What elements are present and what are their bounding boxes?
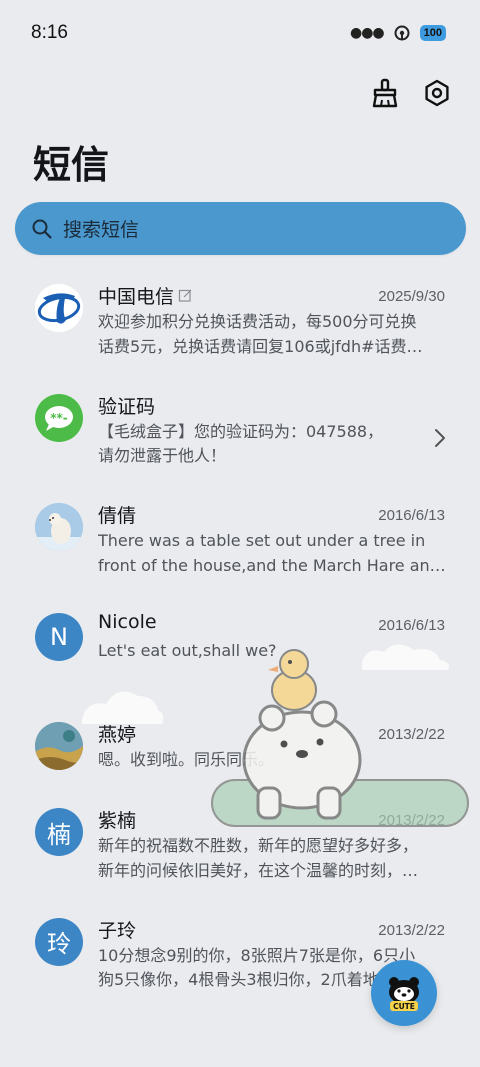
polar-bear-photo-icon (35, 503, 83, 551)
status-time: 8:16 (31, 22, 68, 43)
message-bubble-avatar: **- (35, 393, 83, 442)
letter-avatar: 玲 (35, 917, 83, 966)
telecom-logo-avatar (35, 284, 83, 332)
svg-text:**-: **- (50, 411, 68, 425)
message-preview: Let's eat out,shall we? (98, 639, 446, 688)
conversation-list: 中国电信 2025/9/30 欢迎参加积分兑换话费活动，每500分可兑换 话费5… (0, 268, 480, 1011)
message-preview: 新年的祝福数不胜数，新年的愿望好多好多， 新年的问候依旧美好，在这个温馨的时刻，… (98, 834, 446, 883)
compose-fab-button[interactable]: CUTE (371, 960, 437, 1026)
conversation-date: 2013/2/22 (378, 726, 445, 743)
landscape-photo-icon (35, 722, 83, 770)
conversation-date: 2013/2/22 (378, 921, 445, 939)
settings-icon (425, 79, 449, 107)
status-bar: 8:16 ●●● 100 (0, 0, 480, 64)
conversation-item[interactable]: 中国电信 2025/9/30 欢迎参加积分兑换话费活动，每500分可兑换 话费5… (0, 268, 480, 378)
conversation-date: 2025/9/30 (378, 288, 445, 305)
message-preview: There was a table set out under a tree i… (98, 529, 446, 578)
preview-line: Let's eat out,shall we? (98, 640, 277, 660)
search-icon (32, 219, 52, 239)
message-preview: 嗯。收到啦。同乐同乐。 (98, 748, 446, 797)
conversation-name: 倩倩 (98, 501, 136, 528)
preview-line: 新年的问候依旧美好，在这个温馨的时刻，… (98, 860, 419, 880)
polar-bear-photo-avatar (35, 503, 83, 551)
preview-line: 话费5元，兑换话费请回复106或jfdh#话费… (98, 336, 423, 356)
bear-face-icon: CUTE (389, 977, 419, 1011)
conversation-item[interactable]: 燕婷 2013/2/22 嗯。收到啦。同乐同乐。 (0, 706, 480, 792)
conversation-item[interactable]: 楠 紫楠 2013/2/22 新年的祝福数不胜数，新年的愿望好多好多， 新年的问… (0, 792, 480, 902)
conversation-item[interactable]: **- 验证码 【毛绒盒子】您的验证码为：047588， 请勿泄露于他人！ (0, 378, 480, 488)
contact-name: 子玲 (98, 919, 137, 942)
letter-avatar: 楠 (35, 808, 83, 856)
chevron-right-icon[interactable] (434, 428, 446, 448)
contact-name: 燕婷 (98, 724, 137, 746)
conversation-name: 燕婷 (98, 720, 136, 747)
message-bubble-icon: **- (45, 405, 73, 431)
fab-label: CUTE (393, 1002, 415, 1011)
contact-name: 中国电信 (98, 286, 175, 308)
contact-name: 紫楠 (98, 810, 137, 832)
letter-avatar: N (35, 612, 83, 661)
conversation-name: 子玲 (98, 916, 136, 943)
search-placeholder: 搜索短信 (63, 219, 140, 241)
contact-name: 验证码 (98, 395, 156, 418)
preview-line: 请勿泄露于他人！ (98, 446, 227, 465)
conversation-name: 中国电信 (98, 282, 193, 309)
preview-line: There was a table set out under a tree i… (98, 531, 426, 550)
conversation-name: 紫楠 (98, 806, 136, 833)
conversation-name: Nicole (98, 611, 157, 633)
battery-indicator: 100 (419, 25, 446, 41)
conversation-date: 2013/2/22 (378, 812, 445, 829)
conversation-item[interactable]: 倩倩 2016/6/13 There was a table set out u… (0, 487, 480, 597)
more-notifications-icon: ●●● (349, 25, 385, 41)
conversation-name: 验证码 (98, 392, 155, 419)
preview-line: 新年的祝福数不胜数，新年的愿望好多好多， (98, 836, 419, 855)
settings-button[interactable] (420, 76, 454, 110)
contact-name: Nicole (98, 610, 157, 633)
landscape-photo-avatar (35, 722, 83, 770)
toolbar (368, 76, 454, 110)
conversation-item[interactable]: N Nicole 2016/6/13 Let's eat out,shall w… (0, 597, 480, 707)
conversation-date: 2016/6/13 (378, 616, 445, 634)
preview-line: 【毛绒盒子】您的验证码为：047588， (98, 421, 384, 441)
search-input[interactable]: 搜索短信 (15, 202, 466, 255)
contact-name: 倩倩 (98, 505, 137, 527)
message-preview: 【毛绒盒子】您的验证码为：047588， 请勿泄露于他人！ (98, 420, 446, 469)
preview-line: 嗯。收到啦。同乐同乐。 (98, 750, 275, 769)
hotspot-icon (394, 25, 410, 41)
preview-line: front of the house,and the March Hare an… (98, 555, 446, 575)
status-icons: ●●● 100 (350, 25, 446, 41)
clean-button[interactable] (368, 76, 402, 110)
page-title: 短信 (33, 143, 110, 187)
preview-line: 欢迎参加积分兑换话费活动，每500分可兑换 (98, 312, 417, 331)
message-preview: 欢迎参加积分兑换话费活动，每500分可兑换 话费5元，兑换话费请回复106或jf… (98, 310, 446, 359)
edit-icon (178, 289, 192, 302)
broom-icon (372, 78, 398, 108)
telecom-logo-icon (35, 284, 83, 332)
conversation-date: 2016/6/13 (378, 507, 445, 524)
